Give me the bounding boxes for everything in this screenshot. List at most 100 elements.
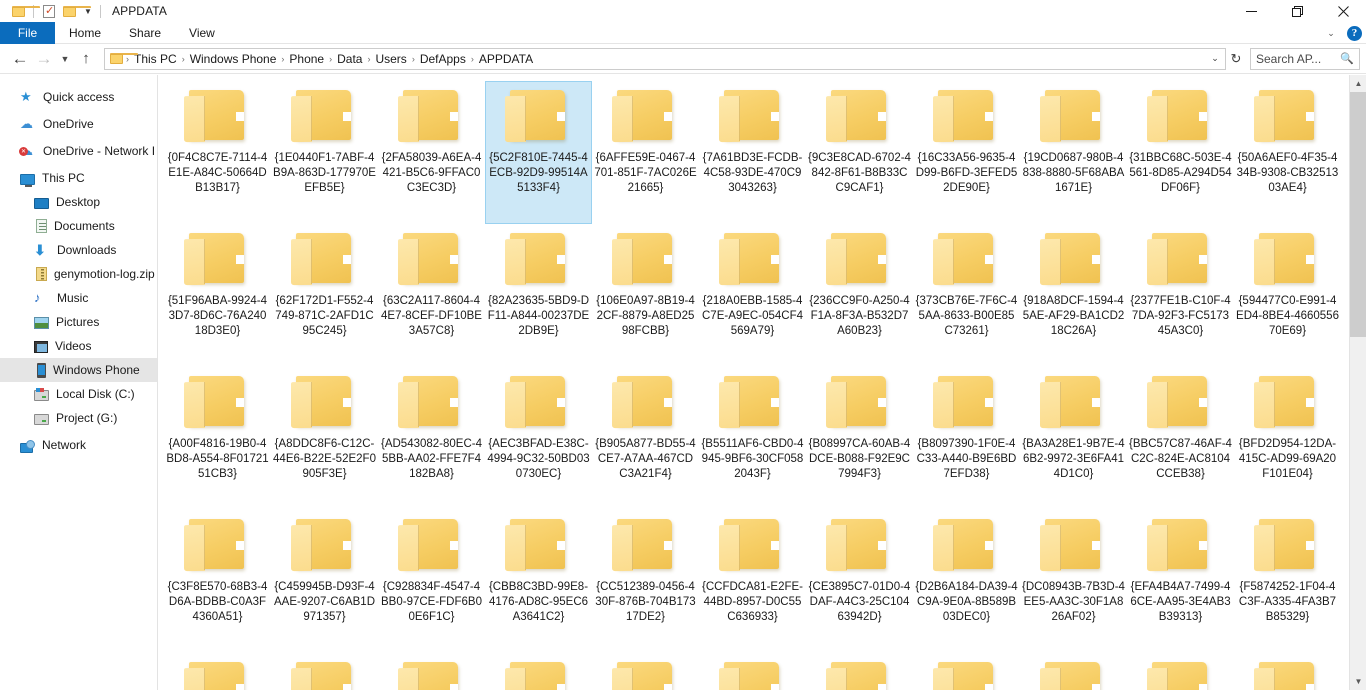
file-item[interactable]: {82A23635-5BD9-DF11-A844-00237DE2DB9E} xyxy=(485,224,592,367)
chevron-down-icon[interactable]: ⌄ xyxy=(1323,28,1339,39)
file-item[interactable]: {106E0A97-8B19-42CF-8879-A8ED2598FCBB} xyxy=(592,224,699,367)
sidebar-item-downloads[interactable]: ⬇ Downloads xyxy=(0,238,157,262)
file-item[interactable]: {16C33A56-9635-4D99-B6FD-3EFED52DE90E} xyxy=(913,81,1020,224)
breadcrumb[interactable]: › This PC › Windows Phone › Phone › Data… xyxy=(104,47,1226,70)
navigation-pane[interactable]: ★ Quick access ☁ OneDrive ☁ OneDrive - Networ… xyxy=(0,75,158,690)
file-item-partial[interactable] xyxy=(378,653,485,690)
breadcrumb-item-phone[interactable]: Phone xyxy=(285,52,328,66)
tab-file[interactable]: File xyxy=(0,22,55,44)
file-item[interactable]: {B08997CA-60AB-4DCE-B088-F92E9C7994F3} xyxy=(806,367,913,510)
sidebar-item-windows-phone[interactable]: Windows Phone xyxy=(0,358,157,382)
forward-arrow-icon[interactable]: → xyxy=(32,47,56,71)
file-item[interactable]: {CCFDCA81-E2FE-44BD-8957-D0C55C636933} xyxy=(699,510,806,653)
file-item[interactable]: {A8DDC8F6-C12C-44E6-B22E-52E2F0905F3E} xyxy=(271,367,378,510)
file-list-pane[interactable]: {0F4C8C7E-7114-4E1E-A84C-50664DB13B17} {1… xyxy=(158,75,1366,690)
file-item-partial[interactable] xyxy=(164,653,271,690)
file-item-selected[interactable]: {5C2F810E-7445-4ECB-92D9-99514A5133F4} xyxy=(485,81,592,224)
scroll-down-icon[interactable]: ▼ xyxy=(1350,673,1366,690)
vertical-scrollbar[interactable]: ▲ ▼ xyxy=(1349,75,1366,690)
file-item[interactable]: {6AFFE59E-0467-4701-851F-7AC026E21665} xyxy=(592,81,699,224)
file-item-partial[interactable] xyxy=(806,653,913,690)
file-item[interactable]: {BA3A28E1-9B7E-46B2-9972-3E6FA414D1C0} xyxy=(1020,367,1127,510)
sidebar-item-music[interactable]: ♪ Music xyxy=(0,286,157,310)
file-grid[interactable]: {0F4C8C7E-7114-4E1E-A84C-50664DB13B17} {1… xyxy=(158,75,1349,690)
properties-checkbox-icon[interactable] xyxy=(39,1,59,21)
file-item[interactable]: {2FA58039-A6EA-4421-B5C6-9FFAC0C3EC3D} xyxy=(378,81,485,224)
back-arrow-icon[interactable]: ← xyxy=(8,47,32,71)
file-item[interactable]: {DC08943B-7B3D-4EE5-AA3C-30F1A826AF02} xyxy=(1020,510,1127,653)
sidebar-item-genymotion-log-zip[interactable]: genymotion-log.zip xyxy=(0,262,157,286)
search-input[interactable]: Search AP... 🔍 xyxy=(1250,47,1360,70)
file-item-partial[interactable] xyxy=(485,653,592,690)
file-item[interactable]: {63C2A117-8604-44E7-8CEF-DF10BE3A57C8} xyxy=(378,224,485,367)
file-item[interactable]: {EFA4B4A7-7499-46CE-AA95-3E4AB3B39313} xyxy=(1127,510,1234,653)
file-item-partial[interactable] xyxy=(1127,653,1234,690)
file-item-partial[interactable] xyxy=(1234,653,1341,690)
file-item[interactable]: {594477C0-E991-4ED4-8BE4-466055670E69} xyxy=(1234,224,1341,367)
file-item[interactable]: {50A6AEF0-4F35-434B-9308-CB3251303AE4} xyxy=(1234,81,1341,224)
refresh-icon[interactable]: ↻ xyxy=(1226,51,1246,67)
file-item[interactable]: {C928834F-4547-4BB0-97CE-FDF6B00E6F1C} xyxy=(378,510,485,653)
recent-locations-icon[interactable]: ▼ xyxy=(56,47,74,71)
file-item[interactable]: {373CB76E-7F6C-45AA-8633-B00E85C73261} xyxy=(913,224,1020,367)
breadcrumb-item-users[interactable]: Users xyxy=(371,52,410,66)
tab-share[interactable]: Share xyxy=(115,22,175,44)
file-item[interactable]: {19CD0687-980B-4838-8880-5F68ABA1671E} xyxy=(1020,81,1127,224)
file-item[interactable]: {62F172D1-F552-4749-871C-2AFD1C95C245} xyxy=(271,224,378,367)
close-icon[interactable] xyxy=(1320,0,1366,22)
file-item[interactable]: {AD543082-80EC-45BB-AA02-FFE7F4182BA8} xyxy=(378,367,485,510)
file-item[interactable]: {A00F4816-19B0-4BD8-A554-8F0172151CB3} xyxy=(164,367,271,510)
file-item[interactable]: {CE3895C7-01D0-4DAF-A4C3-25C10463942D} xyxy=(806,510,913,653)
file-item[interactable]: {C459945B-D93F-4AAE-9207-C6AB1D971357} xyxy=(271,510,378,653)
file-item[interactable]: {F5874252-1F04-4C3F-A335-4FA3B7B85329} xyxy=(1234,510,1341,653)
file-item-partial[interactable] xyxy=(1020,653,1127,690)
sidebar-item-this-pc[interactable]: This PC xyxy=(0,166,157,190)
sidebar-item-local-disk-c[interactable]: Local Disk (C:) xyxy=(0,382,157,406)
file-item[interactable]: {D2B6A184-DA39-4C9A-9E0A-8B589B03DEC0} xyxy=(913,510,1020,653)
tab-view[interactable]: View xyxy=(175,22,229,44)
sidebar-item-documents[interactable]: Documents xyxy=(0,214,157,238)
file-item[interactable]: {B905A877-BD55-4CE7-A7AA-467CDC3A21F4} xyxy=(592,367,699,510)
file-item[interactable]: {9C3E8CAD-6702-4842-8F61-B8B33CC9CAF1} xyxy=(806,81,913,224)
breadcrumb-item-windows-phone[interactable]: Windows Phone xyxy=(186,52,281,66)
sidebar-item-project-g[interactable]: Project (G:) xyxy=(0,406,157,430)
sidebar-item-network[interactable]: Network xyxy=(0,433,157,457)
help-icon[interactable]: ? xyxy=(1347,25,1362,41)
file-item[interactable]: {C3F8E570-68B3-4D6A-BDBB-C0A3F4360A51} xyxy=(164,510,271,653)
file-item[interactable]: {AEC3BFAD-E38C-4994-9C32-50BD030730EC} xyxy=(485,367,592,510)
breadcrumb-item-data[interactable]: Data xyxy=(333,52,366,66)
file-item[interactable]: {CBB8C3BD-99E8-4176-AD8C-95EC6A3641C2} xyxy=(485,510,592,653)
minimize-icon[interactable] xyxy=(1228,0,1274,22)
file-item-partial[interactable] xyxy=(913,653,1020,690)
sidebar-item-desktop[interactable]: Desktop xyxy=(0,190,157,214)
scroll-up-icon[interactable]: ▲ xyxy=(1350,75,1366,92)
file-item[interactable]: {B8097390-1F0E-4C33-A440-B9E6BD7EFD38} xyxy=(913,367,1020,510)
file-item[interactable]: {31BBC68C-503E-4561-8D85-A294D54DF06F} xyxy=(1127,81,1234,224)
file-item[interactable]: {2377FE1B-C10F-47DA-92F3-FC517345A3C0} xyxy=(1127,224,1234,367)
file-item[interactable]: {BFD2D954-12DA-415C-AD99-69A20F101E04} xyxy=(1234,367,1341,510)
file-item[interactable]: {B5511AF6-CBD0-4945-9BF6-30CF0582043F} xyxy=(699,367,806,510)
file-item[interactable]: {218A0EBB-1585-4C7E-A9EC-054CF4569A79} xyxy=(699,224,806,367)
file-item[interactable]: {918A8DCF-1594-45AE-AF29-BA1CD218C26A} xyxy=(1020,224,1127,367)
sidebar-item-pictures[interactable]: Pictures xyxy=(0,310,157,334)
up-arrow-icon[interactable]: ↑ xyxy=(74,47,98,71)
scrollbar-thumb[interactable] xyxy=(1350,92,1366,337)
sidebar-item-onedrive[interactable]: ☁ OneDrive xyxy=(0,112,157,136)
maximize-icon[interactable] xyxy=(1274,0,1320,22)
breadcrumb-item-defapps[interactable]: DefApps xyxy=(416,52,470,66)
address-dropdown-icon[interactable]: ⌄ xyxy=(1207,53,1223,64)
file-item-partial[interactable] xyxy=(592,653,699,690)
file-item[interactable]: {0F4C8C7E-7114-4E1E-A84C-50664DB13B17} xyxy=(164,81,271,224)
tab-home[interactable]: Home xyxy=(55,22,115,44)
file-item-partial[interactable] xyxy=(699,653,806,690)
sidebar-item-videos[interactable]: Videos xyxy=(0,334,157,358)
sidebar-item-onedrive-network-i[interactable]: ☁ OneDrive - Network I xyxy=(0,139,157,163)
file-item[interactable]: {236CC9F0-A250-4F1A-8F3A-B532D7A60B23} xyxy=(806,224,913,367)
file-item[interactable]: {7A61BD3E-FCDB-4C58-93DE-470C93043263} xyxy=(699,81,806,224)
breadcrumb-item-appdata[interactable]: APPDATA xyxy=(475,52,537,66)
new-folder-icon[interactable] xyxy=(59,1,91,21)
sidebar-item-quick-access[interactable]: ★ Quick access xyxy=(0,85,157,109)
qat-folder-icon[interactable] xyxy=(8,1,40,21)
file-item[interactable]: {BBC57C87-46AF-4C2C-824E-AC8104CCEB38} xyxy=(1127,367,1234,510)
file-item-partial[interactable] xyxy=(271,653,378,690)
